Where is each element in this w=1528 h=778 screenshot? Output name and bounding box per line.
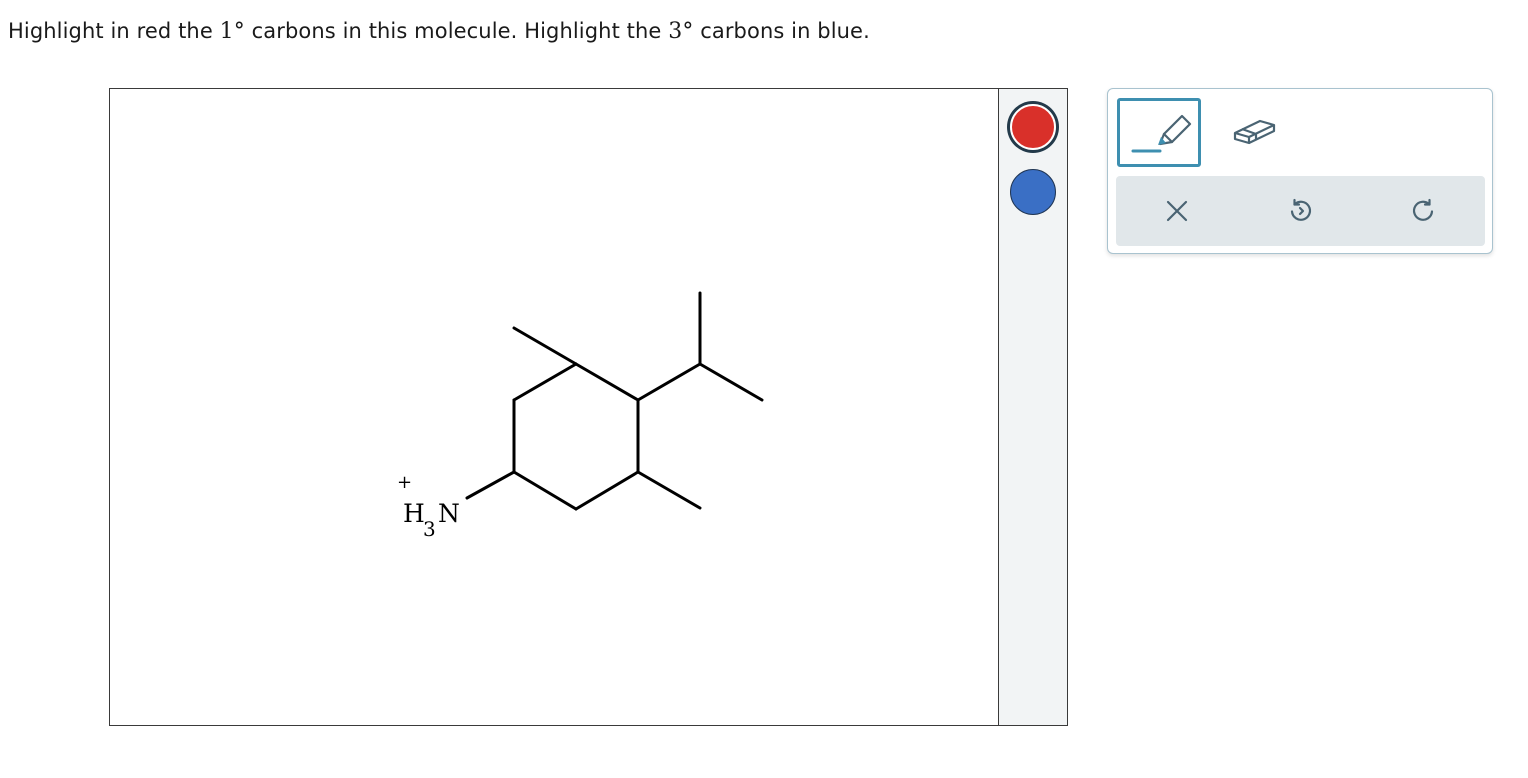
bond[interactable] [512,362,578,402]
prompt-prefix: Highlight in red the [8,19,220,43]
clear-button[interactable] [1159,193,1195,229]
amine-h-label: H [403,499,425,528]
undo-button[interactable] [1282,193,1318,229]
bond[interactable] [636,470,702,510]
close-icon [1166,200,1188,222]
redo-button[interactable] [1406,193,1442,229]
prompt-suffix: carbons in blue. [693,19,870,43]
highlighter-icon [1131,114,1192,153]
redo-icon [1412,198,1434,221]
charge-label: + [397,472,412,493]
question-prompt: Highlight in red the 1° carbons in this … [8,19,870,44]
drawing-canvas: + H 3 N [109,88,1068,726]
primary-degree: 1° [219,19,245,44]
tertiary-degree: 3° [668,19,694,44]
red-color-swatch[interactable] [1010,104,1056,150]
prompt-middle: carbons in this molecule. Highlight the [244,19,669,43]
undo-icon [1290,198,1312,221]
bond[interactable] [698,362,764,402]
amine-subscript-label: 3 [423,517,436,541]
molecule-structure: + H 3 N [397,291,764,541]
tool-panel [1107,88,1493,254]
bond[interactable] [574,470,640,511]
bond[interactable] [574,362,640,402]
action-bar [1116,176,1485,246]
eraser-icon [1233,119,1276,145]
color-palette [998,89,1067,725]
amine-n-label: N [438,499,460,528]
blue-color-swatch[interactable] [1010,169,1056,215]
highlighter-tool-button[interactable] [1117,98,1201,167]
bond[interactable] [512,326,578,366]
bond[interactable] [636,362,702,402]
bond[interactable] [512,470,578,511]
eraser-tool-button[interactable] [1230,105,1280,151]
molecule-area[interactable]: + H 3 N [110,89,998,725]
bond[interactable] [465,470,516,500]
